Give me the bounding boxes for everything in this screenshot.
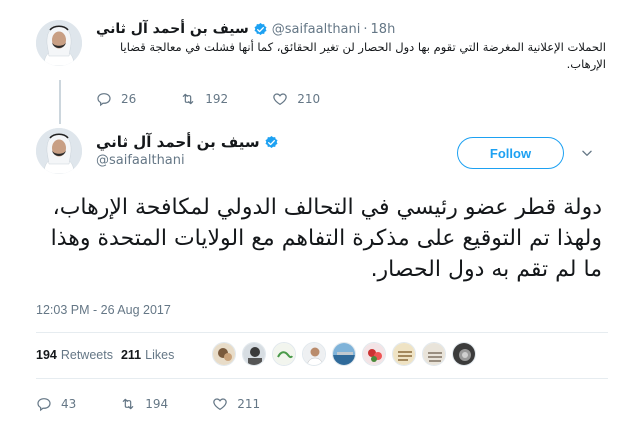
retweet-button[interactable]: 194 <box>120 396 168 412</box>
reply-count: 43 <box>61 397 77 411</box>
divider <box>36 378 608 379</box>
likes-label: Likes <box>145 348 175 362</box>
retweet-icon <box>123 398 134 410</box>
parent-tweet-header: سيف بن أحمد آل ثاني @saifaalthani · 18h <box>96 20 395 38</box>
main-author-handle[interactable]: @saifaalthani <box>96 153 185 168</box>
parent-tweet-actions: 26 192 210 <box>96 91 364 107</box>
tweet-time[interactable]: 18h <box>371 22 396 37</box>
liker-avatar[interactable] <box>302 342 326 366</box>
main-avatar[interactable] <box>36 128 82 174</box>
like-icon <box>213 398 227 411</box>
liker-avatars <box>212 342 482 366</box>
divider <box>36 332 608 333</box>
like-icon <box>273 93 287 106</box>
reply-count: 26 <box>121 92 137 106</box>
author-handle[interactable]: @saifaalthani <box>272 22 361 37</box>
follow-button[interactable]: Follow <box>457 137 564 169</box>
retweets-label: Retweets <box>60 348 113 362</box>
tweet-stats: 194 Retweets 211 Likes <box>36 340 182 370</box>
retweets-stat[interactable]: 194 Retweets <box>36 348 113 362</box>
retweet-icon <box>183 93 194 105</box>
verified-badge-icon <box>253 22 268 37</box>
author-name[interactable]: سيف بن أحمد آل ثاني <box>96 21 249 37</box>
like-button[interactable]: 211 <box>212 396 260 412</box>
retweets-count: 194 <box>36 348 57 362</box>
liker-avatar[interactable] <box>242 342 266 366</box>
likes-count: 211 <box>120 348 142 362</box>
avatar[interactable] <box>36 20 82 66</box>
main-tweet-text: دولة قطر عضو رئيسي في التحالف الدولي لمك… <box>50 195 602 282</box>
verified-badge-icon <box>264 135 279 150</box>
like-count: 211 <box>237 397 261 411</box>
separator-dot: · <box>363 21 368 37</box>
liker-avatar[interactable] <box>332 342 356 366</box>
chevron-down-icon[interactable] <box>580 146 594 160</box>
main-tweet-actions: 43 194 211 <box>36 396 304 412</box>
parent-tweet-text: الحملات الإعلانية المغرضة التي تقوم بها … <box>120 40 606 71</box>
reply-icon <box>97 93 111 107</box>
likes-stat[interactable]: 211 Likes <box>121 348 174 362</box>
tweet-timestamp[interactable]: 12:03 PM - 26 Aug 2017 <box>36 303 171 317</box>
liker-avatar[interactable] <box>362 342 386 366</box>
reply-button[interactable]: 43 <box>36 396 76 412</box>
liker-avatar[interactable] <box>422 342 446 366</box>
reply-button[interactable]: 26 <box>96 91 136 107</box>
liker-avatar[interactable] <box>452 342 476 366</box>
retweet-button[interactable]: 192 <box>180 91 228 107</box>
retweet-count: 192 <box>205 92 229 106</box>
liker-avatar[interactable] <box>272 342 296 366</box>
like-count: 210 <box>297 92 321 106</box>
parent-tweet[interactable]: سيف بن أحمد آل ثاني @saifaalthani · 18h … <box>0 0 637 128</box>
main-tweet-author: سيف بن أحمد آل ثاني <box>96 133 283 151</box>
liker-avatar[interactable] <box>392 342 416 366</box>
reply-icon <box>37 398 51 412</box>
main-author-name[interactable]: سيف بن أحمد آل ثاني <box>96 133 260 151</box>
like-button[interactable]: 210 <box>272 91 320 107</box>
liker-avatar[interactable] <box>212 342 236 366</box>
retweet-count: 194 <box>145 397 169 411</box>
